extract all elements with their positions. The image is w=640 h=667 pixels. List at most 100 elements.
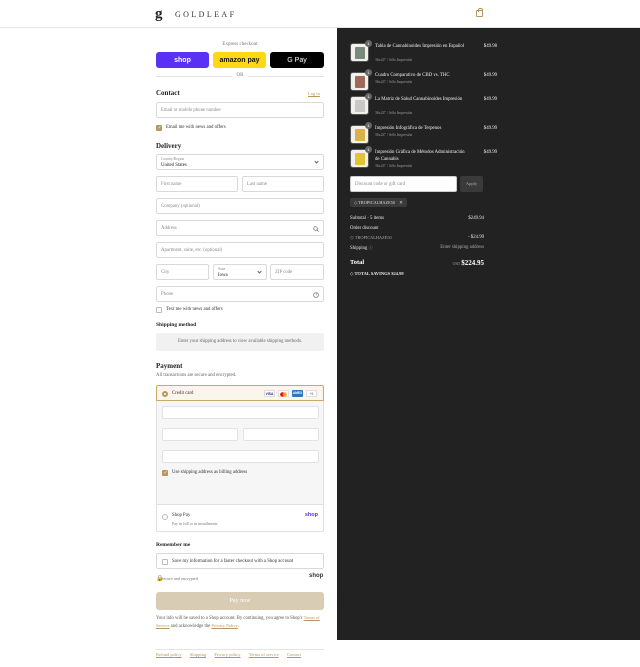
news-checkbox[interactable] [156,125,162,131]
billing-label: Use shipping address as billing address [172,470,248,475]
shipping-link[interactable]: Shipping [190,652,206,657]
remove-code-icon[interactable]: ✕ [399,200,403,205]
country-select[interactable]: Country/Region United States [156,154,324,170]
discount-value: - $24.99 [468,235,484,240]
news-label: Email me with news and offers [166,125,226,130]
state-select[interactable]: State Iowa [213,264,267,280]
item-variant: 36x24" / Sólo Impresión [375,80,413,84]
item-price: $49.99 [483,150,497,155]
company-field[interactable]: Company (optional) [156,198,324,214]
last-name-field[interactable]: Last name [242,176,324,192]
search-icon [313,226,319,232]
footer-links: Refund policy Shipping Privacy policy Te… [156,649,324,658]
save-info-checkbox[interactable] [162,559,168,565]
first-name-field[interactable]: First name [156,176,238,192]
apartment-field[interactable]: Apartment, suite, etc. (optional) [156,242,324,258]
terms-of-service-link[interactable]: Terms of service [249,652,279,657]
expiry-field[interactable] [162,428,238,441]
shopping-bag-icon[interactable] [476,8,483,17]
quantity-badge: 1 [365,40,372,47]
state-label: State [218,267,226,271]
or-divider: OR [156,73,324,79]
total-savings-row: ◇ TOTAL SAVINGS $24.99 [350,271,484,277]
item-variant: 36x24" / Sólo Impresión [375,111,413,115]
remember-me-box[interactable]: Save my information for a faster checkou… [156,553,324,569]
contact-title: Contact [156,89,180,97]
item-price: $49.98 [483,44,497,49]
total-label: Total [350,259,365,266]
item-name: Impresión Infográfica de Terpenos [375,126,442,131]
address-field[interactable]: Address [156,220,324,236]
product-image [355,129,365,141]
email-placeholder: Email or mobile phone number [161,108,221,113]
product-image [355,47,365,59]
checkout-form: Express checkout shop amazon pay G Pay O… [0,28,337,657]
delivery-title: Delivery [156,142,182,150]
notice-text: Your info will be saved to a Shop accoun… [156,616,303,621]
credit-card-option[interactable]: Credit card VISA AMEX +5 [156,385,324,401]
more-cards-badge: +5 [306,390,317,397]
shop-pay-radio[interactable] [162,514,168,520]
notice-period: . [237,624,239,629]
amazon-pay-button[interactable]: amazon pay [213,52,266,68]
discount-row: ◇ TROPICALHAZE50 - $24.99 [350,235,484,241]
shop-pay-label: Shop Pay [172,513,191,518]
billing-checkbox[interactable] [162,470,168,476]
save-info-label: Save my information for a faster checkou… [172,559,294,564]
city-field[interactable]: City [156,264,209,280]
savings-label: TOTAL SAVINGS [354,271,391,276]
apply-discount-button[interactable]: Apply [460,176,483,192]
subtotal-value: $249.94 [468,216,484,221]
help-icon[interactable]: ? [313,292,319,298]
security-code-field[interactable] [243,428,319,441]
shop-pay-option[interactable]: Shop Pay Pay in full or in installments … [156,505,324,532]
last-name-placeholder: Last name [247,182,267,187]
pay-now-button[interactable]: Pay now [156,592,324,610]
credit-card-label: Credit card [172,391,194,396]
shop-pay-logo: shop [304,512,318,518]
card-number-field[interactable] [162,406,319,419]
zip-field[interactable]: ZIP code [270,264,324,280]
refund-policy-link[interactable]: Refund policy [156,652,182,657]
currency: USD [452,262,461,266]
country-label: Country/Region [161,157,185,161]
privacy-link[interactable]: Privacy Policy [211,623,237,628]
item-name: Tabla de Cannabinoides Impresión en Espa… [375,44,465,49]
item-name: La Matriz de Salud Cannabinoides Impresi… [375,97,463,102]
text-offers-checkbox[interactable] [156,307,162,313]
shipping-row: Shipping ⓘ Enter shipping address [350,245,484,251]
subtotal-label: Subtotal · 5 items [350,216,384,221]
info-icon[interactable]: ⓘ [369,245,373,250]
shop-pay-button[interactable]: shop [156,52,209,68]
mastercard-icon [278,390,289,397]
total-row: Total USD $224.95 [350,259,484,269]
credit-card-radio[interactable] [162,391,168,397]
name-on-card-field[interactable] [162,450,319,463]
quantity-badge: 1 [365,93,372,100]
brand-logo-icon[interactable]: g [155,6,163,23]
shop-account-notice: Your info will be saved to a Shop accoun… [156,614,324,630]
payment-subtitle: All transactions are secure and encrypte… [156,373,237,378]
discount-code-input[interactable]: Discount code or gift card [350,176,457,192]
google-pay-button[interactable]: G Pay [270,52,324,68]
shipping-label: Shipping [350,246,368,251]
quantity-badge: 1 [365,122,372,129]
first-name-placeholder: First name [161,182,182,187]
privacy-policy-link[interactable]: Privacy policy [214,652,240,657]
login-link[interactable]: Log in [308,91,320,96]
page-header: g GOLDLEAF [0,0,640,28]
tag-icon: ◇ [354,200,358,205]
item-variant: 36x24" / Sólo Impresión [375,133,413,137]
applied-code-text: TROPICALHAZE50 [358,200,396,205]
item-price: $49.99 [483,73,497,78]
city-placeholder: City [161,270,170,275]
notice-and: and acknowledge the [170,624,211,629]
contact-link[interactable]: Contact [287,652,301,657]
phone-field[interactable]: Phone ? [156,286,324,302]
brand-name[interactable]: GOLDLEAF [175,10,236,19]
country-value: United States [161,163,187,168]
email-field[interactable]: Email or mobile phone number [156,102,324,118]
svg-text:?: ? [315,293,317,298]
total-amount: USD $224.95 [452,259,484,267]
zip-placeholder: ZIP code [275,270,293,275]
